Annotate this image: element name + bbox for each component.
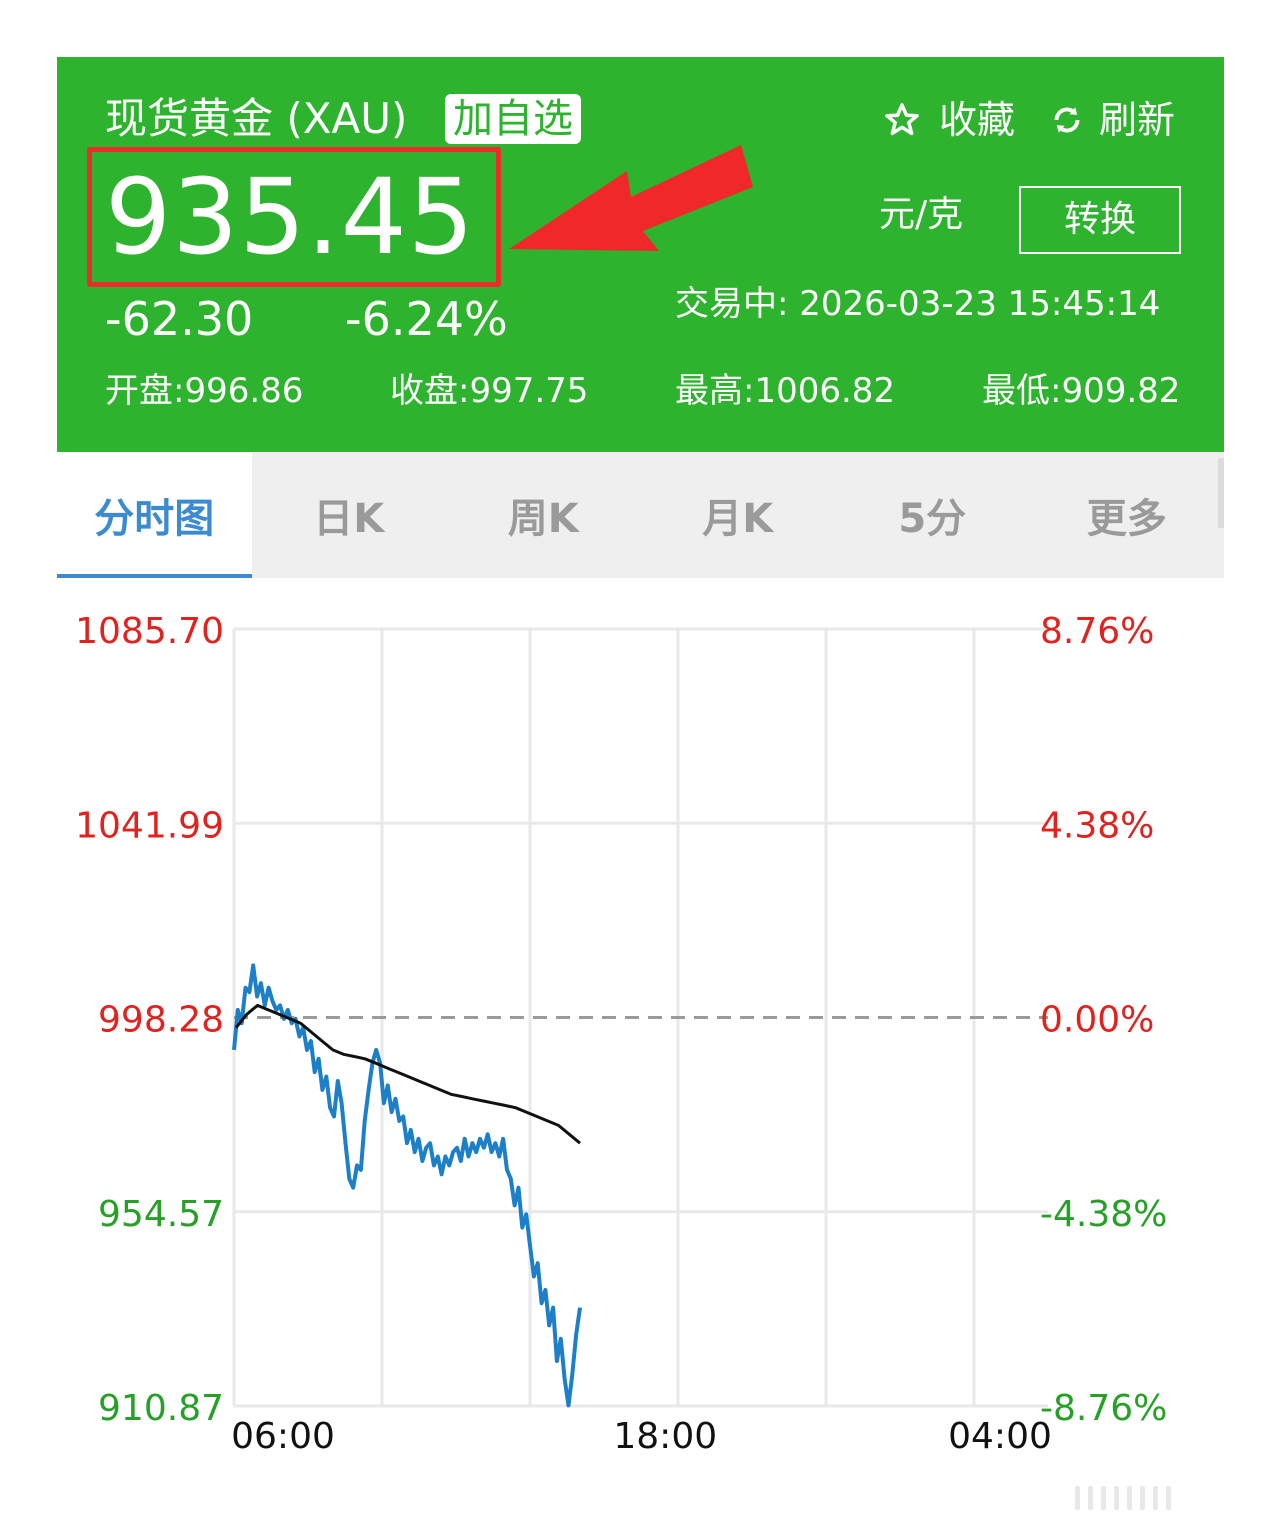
y-tick-label: 998.28 [98, 1000, 224, 1041]
x-tick-label: 06:00 [231, 1416, 335, 1457]
y-tick-label: 1041.99 [75, 805, 224, 846]
instrument-title: 现货黄金 (XAU) [105, 94, 408, 143]
y-tick-label: 910.87 [98, 1388, 224, 1429]
intraday-chart: 1085.70 8.76% 1041.99 4.38% 998.28 0.00% 954.5… [75, 611, 1167, 1457]
x-tick-label: 04:00 [948, 1416, 1052, 1457]
tab-more[interactable]: 更多 [1030, 452, 1225, 578]
y-pct-tick-label: 4.38% [1040, 805, 1154, 846]
chart-period-tabs: 分时图 日K 周K 月K 5分 更多 [57, 452, 1224, 578]
annotation-arrow [509, 145, 753, 251]
price-change-percent: -6.24% [345, 292, 508, 346]
y-tick-label: 1085.70 [75, 611, 224, 652]
price-change: -62.30 [105, 292, 254, 346]
tabs-scroll-edge [1218, 458, 1224, 528]
favorite-button[interactable]: 收藏 [883, 95, 1015, 145]
tab-weekly-k[interactable]: 周K [446, 452, 641, 578]
star-icon [885, 103, 919, 136]
x-tick-label: 18:00 [613, 1416, 717, 1457]
open-price: 开盘:996.86 [105, 371, 304, 411]
tab-daily-k[interactable]: 日K [252, 452, 447, 578]
add-to-watchlist-button[interactable]: 加自选 [445, 94, 581, 144]
trading-status: 交易中: 2026-03-23 15:45:14 [675, 284, 1161, 324]
y-pct-tick-label: 0.00% [1040, 1000, 1154, 1041]
price-line [232, 963, 582, 1408]
prev-close-price: 收盘:997.75 [390, 371, 589, 411]
refresh-icon [1054, 107, 1080, 133]
current-price: 935.45 [105, 156, 475, 278]
tab-5min[interactable]: 5分 [835, 452, 1030, 578]
scroll-indicator [1075, 1486, 1171, 1510]
quote-header: 现货黄金 (XAU) 加自选 收藏 刷新 935.45 元/克 转换 -62.3… [57, 57, 1224, 452]
y-pct-tick-label: 8.76% [1040, 611, 1154, 652]
refresh-label: 刷新 [1099, 98, 1176, 142]
convert-button[interactable]: 转换 [1019, 186, 1181, 254]
price-unit: 元/克 [879, 194, 964, 235]
refresh-button[interactable]: 刷新 [1049, 95, 1175, 145]
tab-monthly-k[interactable]: 月K [641, 452, 836, 578]
tab-intraday[interactable]: 分时图 [57, 452, 252, 578]
average-line [234, 1003, 581, 1145]
high-price: 最高:1006.82 [675, 371, 896, 411]
low-price: 最低:909.82 [982, 371, 1181, 411]
favorite-label: 收藏 [939, 98, 1016, 142]
y-tick-label: 954.57 [98, 1194, 224, 1235]
y-pct-tick-label: -4.38% [1040, 1194, 1167, 1235]
y-pct-tick-label: -8.76% [1040, 1388, 1167, 1429]
